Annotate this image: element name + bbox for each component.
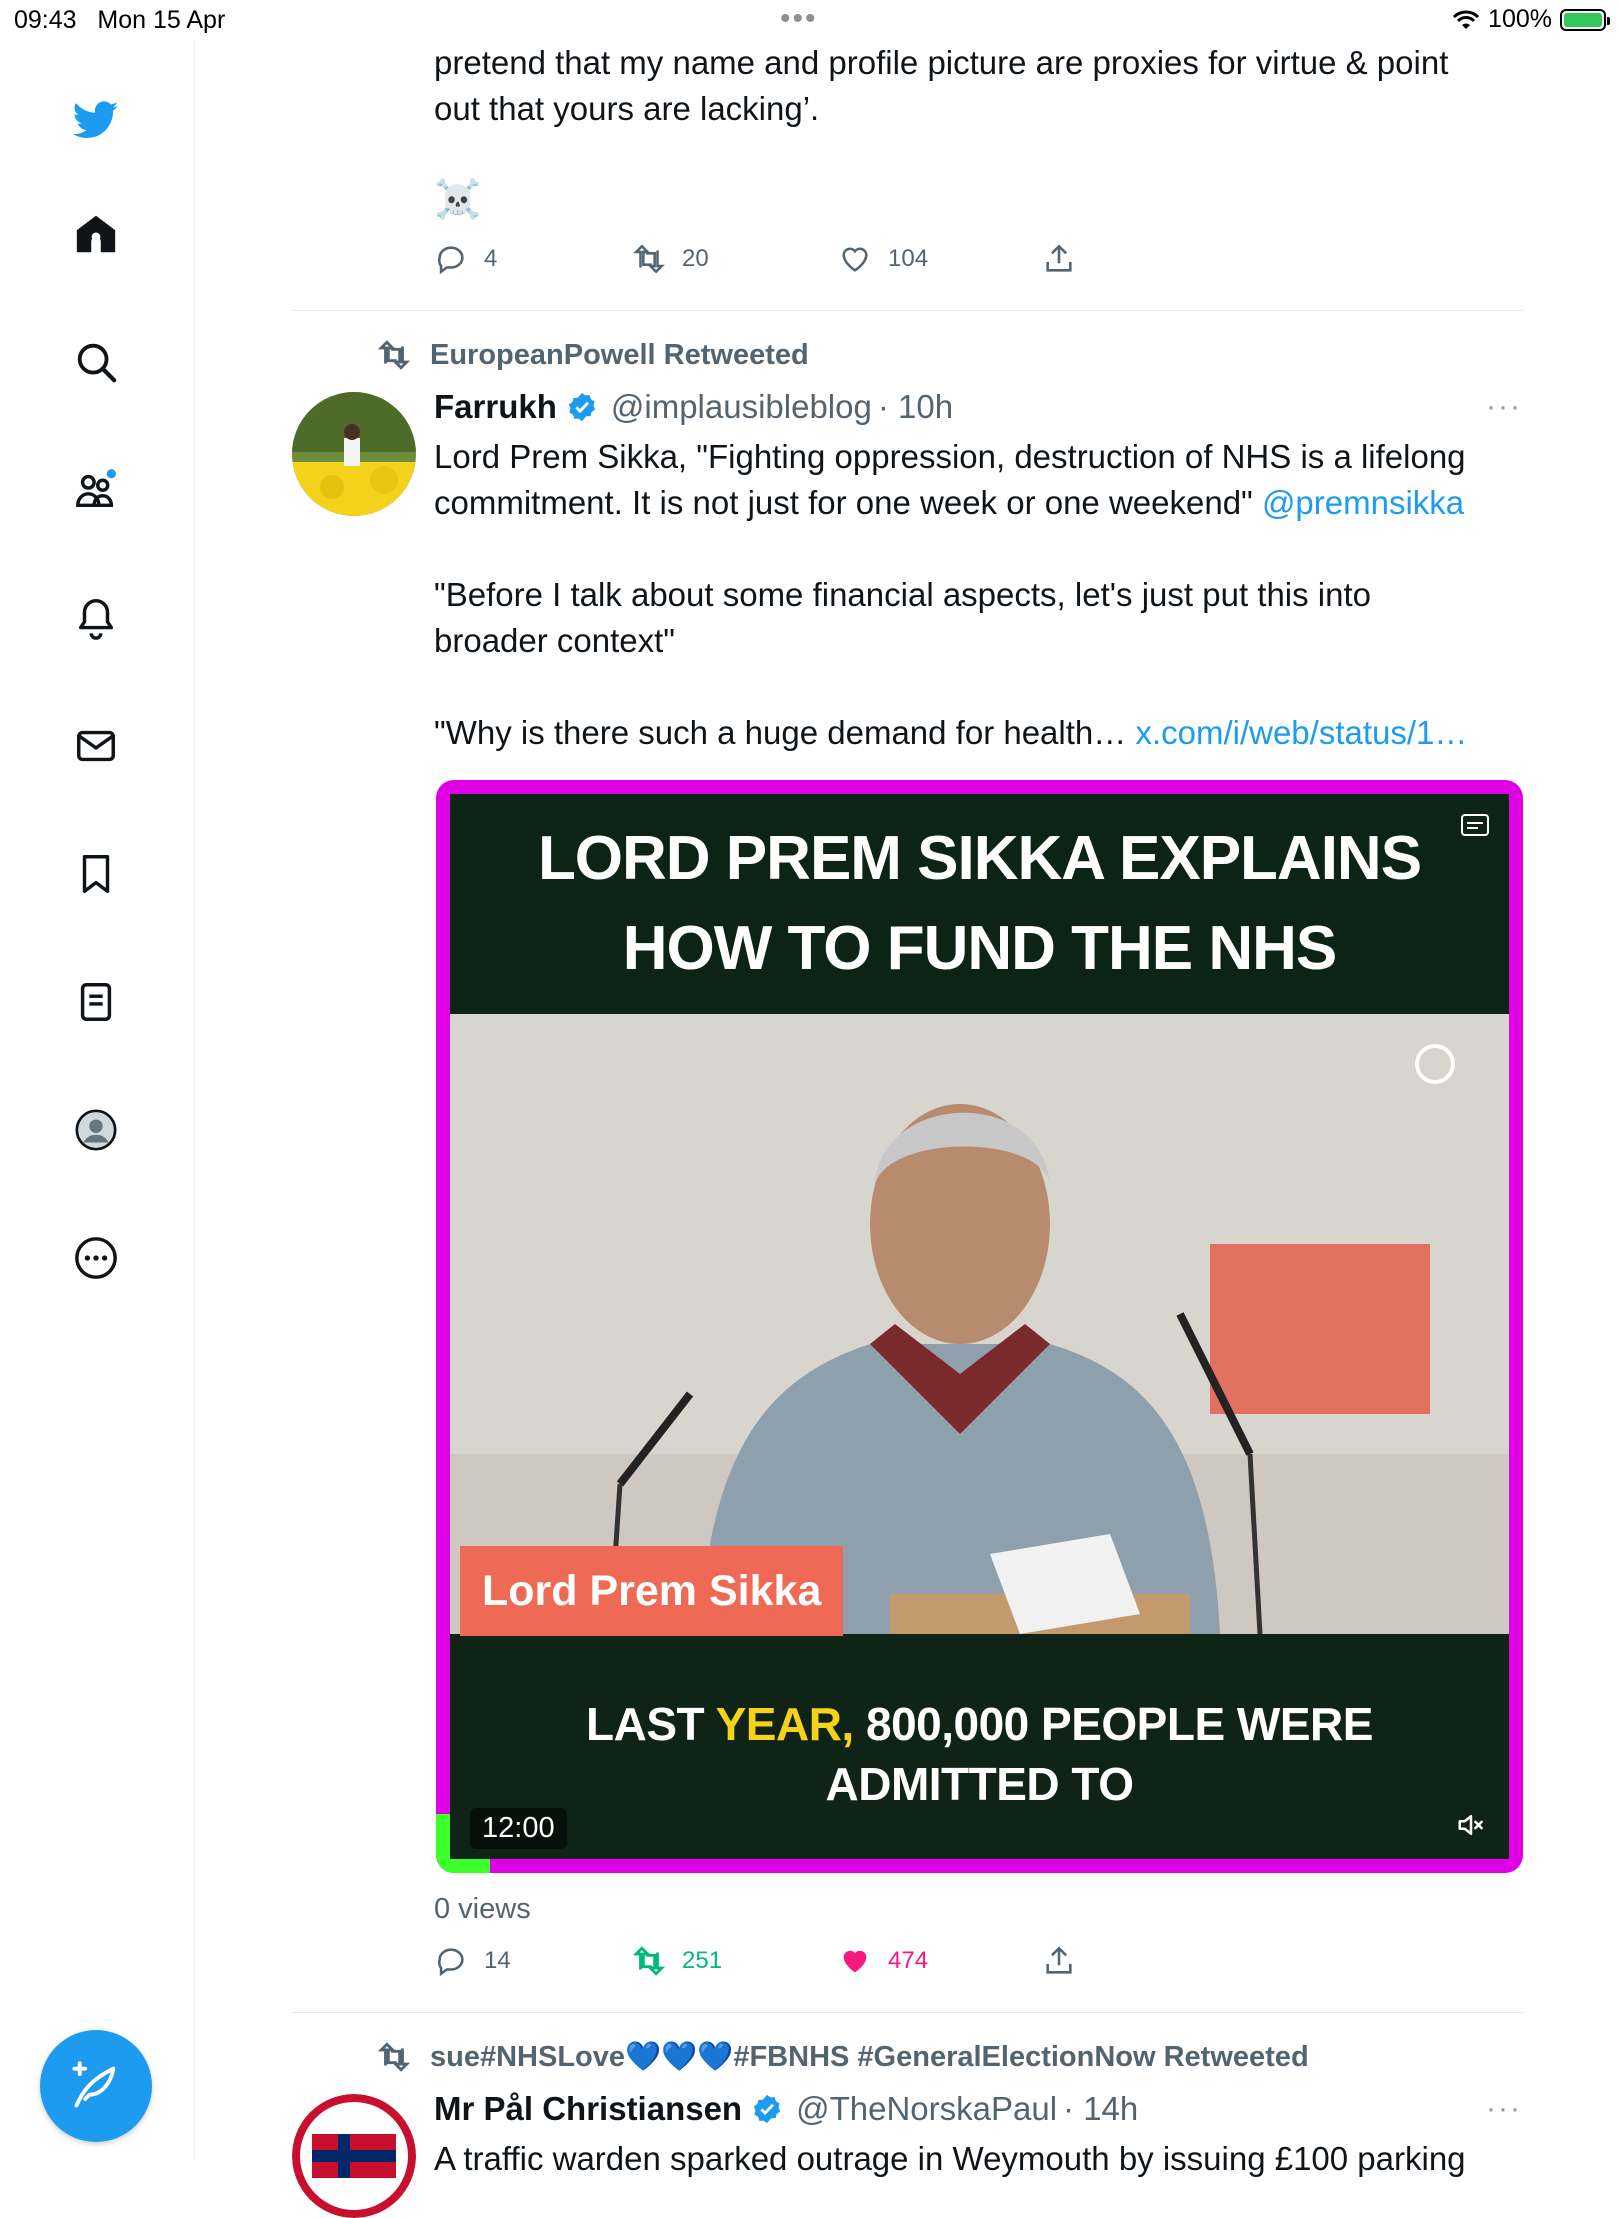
status-bar: 09:43 Mon 15 Apr ••• 100%: [0, 0, 1620, 40]
tweet-2-text: Lord Prem Sikka, "Fighting oppression, d…: [434, 438, 1468, 751]
heart-icon: [842, 247, 868, 272]
twitter-logo-icon[interactable]: [66, 90, 126, 150]
battery-icon: [1560, 8, 1610, 31]
reply-count: 14: [484, 1947, 511, 1974]
tweet-more-button[interactable]: ···: [1486, 2092, 1522, 2126]
notifications-bell-icon[interactable]: [66, 588, 126, 648]
multitasking-dots[interactable]: •••: [780, 2, 818, 36]
author-line: Mr Pål Christiansen @TheNorskaPaul · 14h: [434, 2090, 1138, 2128]
wifi-icon: [1452, 10, 1480, 29]
tweet-time[interactable]: · 10h: [878, 388, 953, 426]
compose-tweet-button[interactable]: [40, 2030, 152, 2142]
reply-count: 4: [484, 245, 498, 272]
reply-button[interactable]: 4: [434, 242, 497, 276]
reply-button[interactable]: 14: [434, 1944, 511, 1978]
video-frame: LORD PREM SIKKA EXPLAINS HOW TO FUND THE…: [436, 794, 1509, 1873]
reply-icon: [438, 1948, 464, 1977]
tweet-video[interactable]: LORD PREM SIKKA EXPLAINS HOW TO FUND THE…: [436, 780, 1523, 1873]
battery-percent: 100%: [1488, 5, 1552, 33]
status-link[interactable]: x.com/i/web/status/1…: [1135, 714, 1467, 751]
author-line: Farrukh @implausibleblog · 10h: [434, 388, 953, 426]
author-avatar[interactable]: [292, 2094, 416, 2218]
retweet-count: 251: [682, 1947, 723, 1974]
retweet-indicator-icon: [377, 340, 411, 370]
video-headline: LORD PREM SIKKA EXPLAINS HOW TO FUND THE…: [450, 794, 1509, 1014]
mention-link[interactable]: @premnsikka: [1262, 484, 1464, 521]
tweet-3-text: A traffic warden sparked outrage in Weym…: [434, 2140, 1466, 2177]
retweet-button[interactable]: 251: [632, 1944, 722, 1978]
home-icon[interactable]: [66, 204, 126, 264]
mute-toggle-icon[interactable]: [1451, 1805, 1491, 1845]
status-indicators: 100%: [1452, 5, 1610, 34]
retweet-button[interactable]: 20: [632, 242, 709, 276]
tweet-more-button[interactable]: ···: [1486, 390, 1522, 424]
verified-badge-icon: [753, 2094, 781, 2124]
share-icon: [1046, 1946, 1072, 1974]
tweet-1-text: pretend that my name and profile picture…: [434, 44, 1449, 127]
profile-avatar-icon[interactable]: [66, 1100, 126, 1160]
video-progress-bar[interactable]: [436, 1859, 490, 1873]
like-count: 104: [888, 245, 929, 272]
captions-icon[interactable]: [1457, 810, 1493, 840]
author-avatar[interactable]: [292, 392, 416, 516]
search-icon[interactable]: [66, 332, 126, 392]
share-button[interactable]: [1042, 1944, 1076, 1978]
tweet-divider: [291, 2012, 1524, 2013]
compose-feather-icon: [72, 2061, 116, 2108]
retweet-icon: [633, 244, 665, 274]
speaker-photo: [450, 1014, 1509, 1634]
like-button[interactable]: 474: [838, 1944, 928, 1978]
share-button[interactable]: [1042, 242, 1076, 276]
reply-icon: [438, 246, 464, 275]
heart-filled-icon: [843, 1950, 867, 1973]
retweeted-by-line: EuropeanPowell Retweeted: [376, 338, 809, 372]
retweet-icon-active: [632, 1946, 666, 1976]
retweet-count: 20: [682, 245, 709, 272]
retweeted-by-line: sue#NHSLove💙💙💙#FBNHS #GeneralElectionNow…: [376, 2040, 1309, 2074]
retweeted-by-text[interactable]: EuropeanPowell Retweeted: [430, 339, 809, 372]
share-icon: [1046, 244, 1072, 272]
tweet-time[interactable]: · 14h: [1063, 2090, 1138, 2128]
like-count: 474: [888, 1947, 929, 1974]
author-name[interactable]: Farrukh: [434, 388, 557, 426]
view-count: 0 views: [434, 1893, 531, 1925]
headline-line-2: HOW TO FUND THE NHS: [622, 914, 1337, 983]
messages-envelope-icon[interactable]: [66, 716, 126, 776]
like-button[interactable]: 104: [838, 242, 928, 276]
tweet-divider: [291, 310, 1524, 311]
bookmarks-icon[interactable]: [66, 844, 126, 904]
lists-icon[interactable]: [66, 972, 126, 1032]
video-caption: LAST YEAR, 800,000 PEOPLE WERE ADMITTED …: [586, 1698, 1373, 1810]
video-timer: 12:00: [470, 1808, 567, 1849]
retweeted-by-text[interactable]: sue#NHSLove💙💙💙#FBNHS #GeneralElectionNow…: [430, 2040, 1309, 2074]
skull-emoji: ☠️: [434, 179, 482, 221]
status-time: 09:43 Mon 15 Apr: [14, 6, 226, 34]
sidebar: [0, 40, 195, 2160]
author-handle[interactable]: @TheNorskaPaul: [796, 2090, 1057, 2128]
retweet-indicator-icon: [377, 2042, 411, 2072]
author-name[interactable]: Mr Pål Christiansen: [434, 2090, 742, 2128]
more-options-icon[interactable]: [66, 1228, 126, 1288]
verified-badge-icon: [568, 392, 596, 422]
headline-line-1: LORD PREM SIKKA EXPLAINS: [537, 824, 1422, 893]
communities-icon[interactable]: [66, 460, 126, 520]
author-handle[interactable]: @implausibleblog: [611, 388, 872, 426]
speaker-name-tag: Lord Prem Sikka: [460, 1546, 844, 1636]
